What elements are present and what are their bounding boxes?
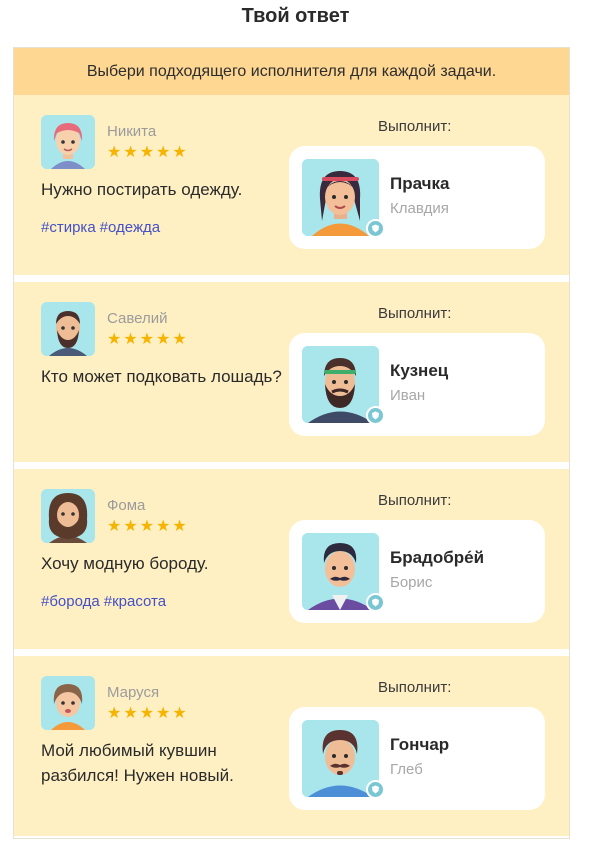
task-card: Никита ★★★★★ Нужно постирать одежду. #ст… [14,95,569,275]
customer-name: Никита [107,123,157,140]
executor-label: Выполнит: [378,118,452,135]
customer-name: Савелий [107,310,168,327]
performer-role: Прачка [390,174,450,193]
instruction-banner: Выбери подходящего исполнителя для каждо… [14,48,569,95]
performer-role: Кузнец [390,361,449,380]
rating-stars: ★★★★★ [107,144,189,161]
customer-avatar [41,489,95,543]
customer-avatar [41,676,95,730]
customer-name: Маруся [107,684,160,701]
performer-name: Клавдия [390,200,449,217]
task-request: Мой любимый кувшин разбился! Нужен новый… [41,741,234,785]
tag-link[interactable]: #борода [41,593,100,610]
executor-label: Выполнит: [378,679,452,696]
task-request: Нужно постирать одежду. [41,180,243,199]
tag-link[interactable]: #одежда [100,219,160,236]
verified-badge-icon [366,406,385,425]
rating-stars: ★★★★★ [107,518,189,535]
customer-avatar [41,302,95,356]
performer-name: Борис [390,574,433,591]
page-title: Твой ответ [241,5,350,27]
customer-name: Фома [107,497,146,514]
performer-card[interactable]: Кузнец Иван [289,333,545,436]
answer-panel: Выбери подходящего исполнителя для каждо… [13,47,570,839]
task-card: Маруся ★★★★★ Мой любимый кувшин разбился… [14,656,569,836]
verified-badge-icon [366,219,385,238]
task-tags: #борода #красота [41,593,170,610]
task-tags: #стирка #одежда [41,219,164,236]
task-request: Кто может подковать лошадь? [41,367,282,386]
task-card: Савелий ★★★★★ Кто может подковать лошадь… [14,282,569,462]
task-card: Фома ★★★★★ Хочу модную бороду. #борода #к… [14,469,569,649]
executor-label: Выполнит: [378,492,452,509]
task-request: Хочу модную бороду. [41,554,209,573]
performer-card[interactable]: Брадобре́й Борис [289,520,545,623]
tag-link[interactable]: #красота [104,593,166,610]
performer-name: Глеб [390,761,423,778]
verified-badge-icon [366,780,385,799]
performer-card[interactable]: Гончар Глеб [289,707,545,810]
performer-name: Иван [390,387,426,404]
performer-role: Гончар [390,735,450,754]
performer-card[interactable]: Прачка Клавдия [289,146,545,249]
rating-stars: ★★★★★ [107,705,189,722]
performer-role: Брадобре́й [390,548,485,567]
customer-avatar [41,115,95,169]
executor-label: Выполнит: [378,305,452,322]
tag-link[interactable]: #стирка [41,219,96,236]
rating-stars: ★★★★★ [107,331,189,348]
verified-badge-icon [366,593,385,612]
